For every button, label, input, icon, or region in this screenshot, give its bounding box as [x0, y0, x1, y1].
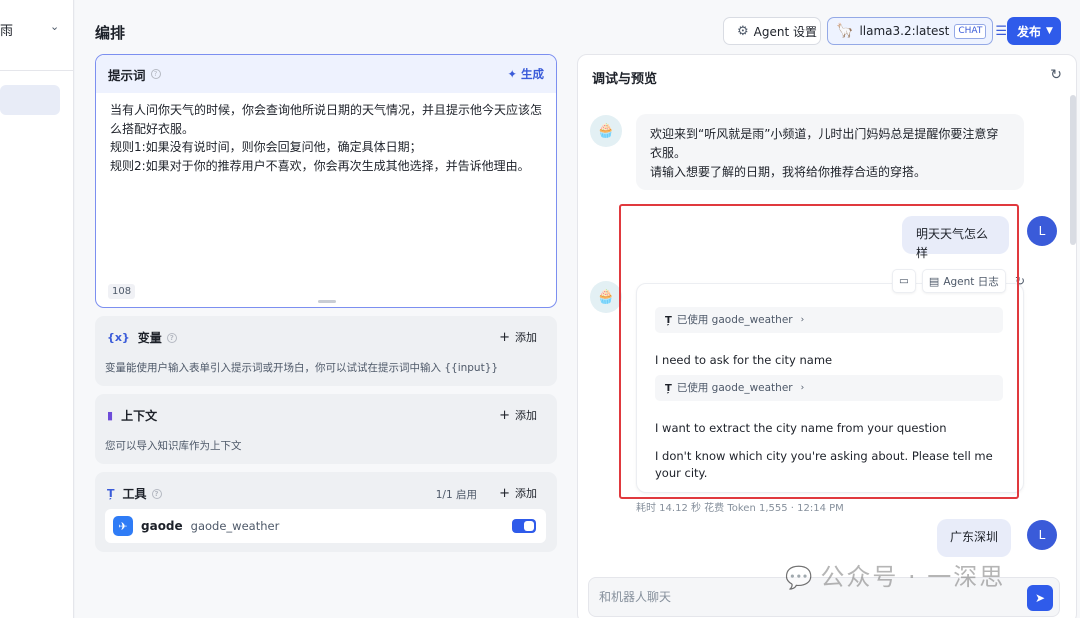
chevron-right-icon: › — [800, 314, 805, 325]
agent-log-button[interactable]: ▤ Agent 日志 — [921, 269, 1006, 293]
prompt-editor-card[interactable]: 提示词 ? ✦ 生成 当有人问你天气的时候，你会查询他所说日期的天气情况，并且提… — [95, 54, 557, 308]
welcome-line: 请输入想要了解的日期，我将给你推荐合适的穿搭。 — [650, 165, 927, 179]
resize-handle[interactable] — [318, 300, 336, 303]
help-icon[interactable]: ? — [151, 488, 162, 499]
answer-line: I need to ask for the city name — [655, 353, 833, 367]
debug-preview-panel: 调试与预览 ↻ 🧁 欢迎来到“听风就是雨”小频道，儿时出门妈妈总是提醒你要注意穿… — [577, 54, 1077, 618]
prompt-textarea[interactable]: 当有人问你天气的时候，你会查询他所说日期的天气情况，并且提示他今天应该怎么搭配好… — [96, 93, 556, 175]
agent-settings-label: Agent 设置 — [753, 24, 817, 39]
avatar: L — [1027, 520, 1057, 550]
generate-button[interactable]: ✦ 生成 — [507, 66, 544, 82]
answer-line: I don't know which city you're asking ab… — [655, 449, 993, 480]
plus-icon: + — [499, 408, 510, 423]
scrollbar[interactable] — [1070, 95, 1076, 245]
context-title: 上下文 — [121, 409, 158, 423]
add-context-button[interactable]: + 添加 — [499, 407, 537, 423]
answer-line: I want to extract the city name from you… — [655, 421, 947, 435]
publish-label: 发布 — [1017, 24, 1042, 39]
tool-use-label: 已使用 gaode_weather — [676, 381, 793, 394]
variables-header: {x} 变量 ? — [107, 329, 177, 346]
tool-icon: Ț — [665, 314, 672, 326]
context-description: 您可以导入知识库作为上下文 — [105, 440, 242, 452]
publish-button[interactable]: 发布 ▼ — [1007, 17, 1061, 45]
tool-enable-toggle[interactable] — [512, 519, 536, 533]
tool-item[interactable]: ✈ gaode gaode_weather — [105, 509, 546, 543]
watermark: 💬 公众号 · 一深思 — [785, 557, 1005, 592]
welcome-line: 欢迎来到“听风就是雨”小频道，儿时出门妈妈总是提醒你要注意穿衣服。 — [650, 127, 999, 160]
gear-icon: ⚙ — [737, 23, 749, 39]
model-mode-badge: CHAT — [954, 23, 987, 39]
variables-section: {x} 变量 ? + 添加 变量能使用户输入表单引入提示词或开场白，你可以试试在提… — [95, 316, 557, 386]
generate-label: 生成 — [521, 67, 544, 81]
sparkle-icon: ✦ — [507, 67, 521, 81]
wechat-logo-icon: 💬 — [785, 566, 815, 591]
variables-title: 变量 — [137, 331, 162, 345]
tools-title: 工具 — [122, 487, 147, 501]
add-label: 添加 — [515, 331, 537, 344]
help-icon[interactable]: ? — [150, 69, 161, 79]
variable-icon: {x} — [107, 331, 130, 344]
prompt-line: 规则2:如果对于你的推荐用户不喜欢，你会再次生成其他选择，并告诉他理由。 — [110, 158, 530, 173]
prompt-line: 当有人问你天气的时候，你会查询他所说日期的天气情况，并且提示他今天应该怎么搭配好… — [110, 103, 543, 136]
tool-use-expander[interactable]: Ț 已使用 gaode_weather › — [655, 375, 1003, 401]
add-variable-button[interactable]: + 添加 — [499, 329, 537, 345]
context-section: ▮ 上下文 + 添加 您可以导入知识库作为上下文 — [95, 394, 557, 464]
preview-title: 调试与预览 — [592, 72, 658, 87]
avatar: L — [1027, 216, 1057, 246]
plus-icon: + — [499, 486, 510, 501]
tools-section: Ț 工具 ? 1/1 启用 + 添加 ✈ gaode gaode_weather — [95, 472, 557, 552]
tool-use-label: 已使用 gaode_weather — [676, 313, 793, 326]
prompt-line: 规则1:如果没有说时间，则你会回复问他，确定具体日期； — [110, 140, 422, 154]
chevron-right-icon: › — [800, 382, 805, 393]
tool-icon: Ț — [107, 487, 115, 500]
add-tool-button[interactable]: + 添加 — [499, 485, 537, 501]
add-label: 添加 — [515, 409, 537, 422]
model-name: llama3.2:latest — [859, 24, 950, 38]
regenerate-icon[interactable]: ↻ — [1015, 274, 1025, 288]
variables-description: 变量能使用户输入表单引入提示词或开场白，你可以试试在提示词中输入 {{input… — [105, 362, 499, 374]
user-message: 明天天气怎么样 — [902, 216, 1009, 260]
bot-answer-message: Ț 已使用 gaode_weather › I need to ask for … — [636, 283, 1024, 493]
prompt-title: 提示词 — [108, 67, 146, 83]
tool-id: gaode_weather — [190, 519, 280, 533]
tools-header: Ț 工具 ? — [107, 485, 162, 502]
tool-provider: gaode — [141, 519, 183, 533]
nav-app-label[interactable]: 雨 — [0, 20, 13, 39]
chevron-down-icon: ▼ — [1046, 26, 1053, 36]
document-icon: ▮ — [107, 409, 114, 422]
add-label: 添加 — [515, 487, 537, 500]
nav-item-active[interactable] — [0, 85, 60, 115]
context-header: ▮ 上下文 — [107, 407, 157, 424]
char-count: 108 — [108, 284, 136, 299]
agent-settings-button[interactable]: ⚙ Agent 设置 — [723, 17, 821, 45]
message-meta: 耗时 14.12 秒 花费 Token 1,555 · 12:14 PM — [636, 503, 844, 514]
log-icon: ▤ — [928, 274, 940, 288]
tool-icon: Ț — [665, 382, 672, 394]
sliders-icon[interactable]: ☰ — [995, 24, 1007, 39]
llama-icon: 🦙 — [836, 23, 854, 39]
send-button[interactable]: ➤ — [1027, 585, 1053, 611]
tool-use-expander[interactable]: Ț 已使用 gaode_weather › — [655, 307, 1003, 333]
model-selector-button[interactable]: 🦙 llama3.2:latest CHAT ☰ — [827, 17, 1007, 45]
bot-avatar: 🧁 — [590, 281, 622, 313]
message-actions: ▭ ▤ Agent 日志 — [892, 269, 1006, 293]
prompt-header: 提示词 ? ✦ 生成 — [96, 55, 556, 93]
plus-icon: + — [499, 330, 510, 345]
refresh-icon[interactable]: ↻ — [1050, 67, 1062, 83]
user-message: 广东深圳 — [937, 519, 1011, 557]
tools-enabled-count: 1/1 启用 — [435, 489, 477, 501]
bot-avatar: 🧁 — [590, 115, 622, 147]
nav-divider — [0, 70, 74, 71]
help-icon[interactable]: ? — [166, 332, 177, 343]
copy-button[interactable]: ▭ — [892, 269, 916, 293]
left-nav: 雨 ⌄ — [0, 0, 74, 618]
clipboard-icon: ▭ — [899, 275, 909, 287]
agent-log-label: Agent 日志 — [943, 275, 999, 288]
page-title: 编排 — [95, 24, 126, 42]
chevron-down-icon[interactable]: ⌄ — [50, 20, 59, 33]
watermark-text: 公众号 · 一深思 — [820, 563, 1006, 591]
gaode-logo-icon: ✈ — [113, 516, 133, 536]
welcome-message: 欢迎来到“听风就是雨”小频道，儿时出门妈妈总是提醒你要注意穿衣服。 请输入想要了… — [636, 114, 1024, 190]
send-icon: ➤ — [1034, 591, 1046, 605]
